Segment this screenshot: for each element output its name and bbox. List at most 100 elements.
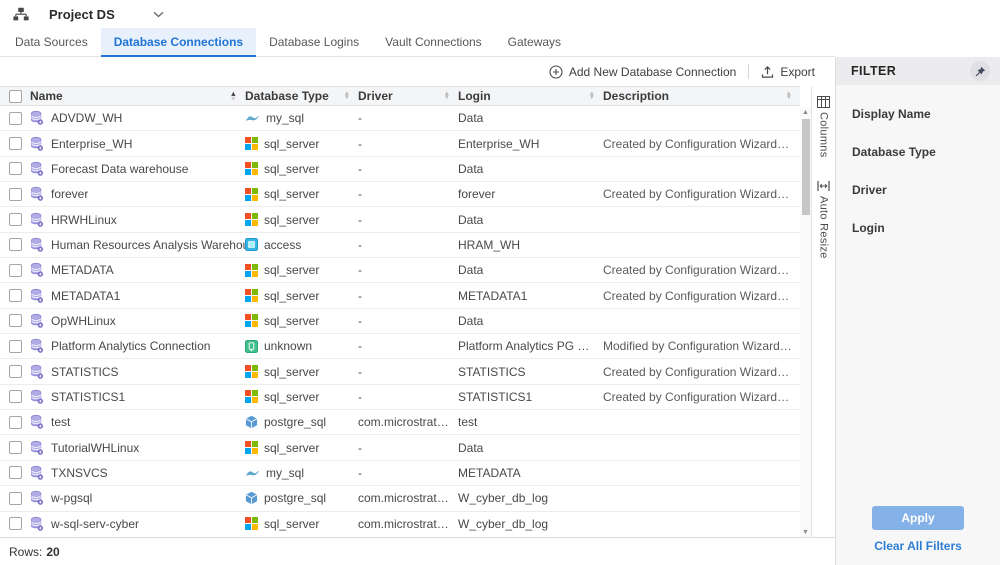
table-row[interactable]: Forecast Data warehousesql_server-Data	[0, 157, 800, 182]
tab-vault-connections[interactable]: Vault Connections	[372, 28, 495, 56]
table-row[interactable]: TutorialWHLinuxsql_server-Data	[0, 435, 800, 460]
column-header-description[interactable]: Description▲▼	[603, 89, 800, 103]
sql-server-icon	[245, 365, 258, 378]
tab-gateways[interactable]: Gateways	[495, 28, 574, 56]
add-new-database-connection-button[interactable]: Add New Database Connection	[543, 65, 742, 79]
tab-database-logins[interactable]: Database Logins	[256, 28, 372, 56]
database-type-cell: sql_server	[245, 137, 358, 151]
login-cell: HRAM_WH	[458, 238, 603, 252]
table-row[interactable]: TXNSVCSmy_sql-METADATA	[0, 461, 800, 486]
scroll-down-icon[interactable]: ▼	[800, 527, 811, 537]
table-row[interactable]: Human Resources Analysis Warehouseaccess…	[0, 233, 800, 258]
scrollbar-thumb[interactable]	[802, 119, 810, 215]
table-row[interactable]: testpostgre_sqlcom.microstrategy...test	[0, 410, 800, 435]
sort-icon[interactable]: ▲▼	[344, 92, 350, 100]
table-footer: Rows: 20	[0, 537, 835, 565]
auto-resize-tool[interactable]: Auto Resize	[812, 180, 835, 259]
columns-tool[interactable]: Columns	[812, 96, 835, 158]
connection-name-cell: TXNSVCS	[30, 465, 245, 481]
sort-icon[interactable]: ▲▼	[786, 92, 792, 100]
export-button[interactable]: Export	[755, 65, 821, 79]
row-checkbox[interactable]	[9, 441, 22, 454]
sort-icon[interactable]: ▲▼	[589, 92, 595, 100]
apply-button[interactable]: Apply	[872, 506, 964, 530]
column-header-database-type[interactable]: Database Type▲▼	[245, 89, 358, 103]
login-cell: test	[458, 415, 603, 429]
database-type-cell: sql_server	[245, 289, 358, 303]
description-cell: Created by Configuration Wizard for Hist…	[603, 263, 800, 277]
database-type: sql_server	[264, 289, 319, 303]
row-checkbox[interactable]	[9, 137, 22, 150]
scroll-up-icon[interactable]: ▲	[800, 107, 811, 117]
pin-filter-panel-button[interactable]	[970, 61, 990, 81]
table-row[interactable]: Enterprise_WHsql_server-Enterprise_WHCre…	[0, 131, 800, 156]
database-type: sql_server	[264, 187, 319, 201]
clear-all-filters-link[interactable]: Clear All Filters	[836, 539, 1000, 553]
login-cell: W_cyber_db_log	[458, 517, 603, 531]
table-row[interactable]: STATISTICSsql_server-STATISTICSCreated b…	[0, 359, 800, 384]
driver-cell: -	[358, 314, 458, 328]
column-header-driver[interactable]: Driver▲▼	[358, 89, 458, 103]
sort-icon[interactable]: ▲▼	[444, 92, 450, 100]
unknown-db-icon	[245, 340, 258, 353]
table-row[interactable]: w-sql-serv-cybersql_servercom.microstrat…	[0, 512, 800, 537]
description-cell: Modified by Configuration Wizard for PA …	[603, 339, 800, 353]
select-all-checkbox[interactable]	[9, 90, 22, 103]
row-checkbox[interactable]	[9, 365, 22, 378]
row-checkbox[interactable]	[9, 188, 22, 201]
row-checkbox[interactable]	[9, 238, 22, 251]
connection-name: test	[51, 415, 70, 429]
filter-field-database-type[interactable]: Database Type	[852, 145, 984, 159]
row-checkbox[interactable]	[9, 314, 22, 327]
sort-ascending-icon[interactable]: ▲▼	[230, 91, 237, 101]
login-cell: Data	[458, 111, 603, 125]
login-cell: W_cyber_db_log	[458, 491, 603, 505]
row-checkbox[interactable]	[9, 162, 22, 175]
chevron-down-icon[interactable]	[153, 11, 164, 18]
table-row[interactable]: w-pgsqlpostgre_sqlcom.microstrategy...W_…	[0, 486, 800, 511]
row-checkbox[interactable]	[9, 416, 22, 429]
connection-name-cell: METADATA1	[30, 288, 245, 304]
row-checkbox[interactable]	[9, 289, 22, 302]
connection-name: HRWHLinux	[51, 213, 117, 227]
database-connection-icon	[30, 313, 44, 329]
column-header-name[interactable]: Name▲▼	[30, 89, 245, 103]
table-vertical-scrollbar[interactable]: ▲ ▼	[800, 107, 811, 537]
tab-data-sources[interactable]: Data Sources	[2, 28, 101, 56]
database-connection-icon	[30, 389, 44, 405]
table-row[interactable]: METADATAsql_server-DataCreated by Config…	[0, 258, 800, 283]
filter-field-driver[interactable]: Driver	[852, 183, 984, 197]
tab-database-connections[interactable]: Database Connections	[101, 28, 256, 56]
column-header-login[interactable]: Login▲▼	[458, 89, 603, 103]
table-row[interactable]: foreversql_server-foreverCreated by Conf…	[0, 182, 800, 207]
row-checkbox[interactable]	[9, 390, 22, 403]
row-checkbox[interactable]	[9, 264, 22, 277]
row-checkbox[interactable]	[9, 466, 22, 479]
connection-name: Platform Analytics Connection	[51, 339, 210, 353]
row-checkbox[interactable]	[9, 492, 22, 505]
table-row[interactable]: ADVDW_WHmy_sql-Data	[0, 106, 800, 131]
project-selector-label[interactable]: Project DS	[49, 7, 115, 22]
filter-field-login[interactable]: Login	[852, 221, 984, 235]
connection-name: w-sql-serv-cyber	[51, 517, 139, 531]
database-connection-icon	[30, 364, 44, 380]
table-side-tools: Columns Auto Resize	[811, 86, 835, 537]
tab-bar: Data SourcesDatabase ConnectionsDatabase…	[0, 28, 835, 57]
pushpin-icon	[975, 66, 986, 77]
database-type: sql_server	[264, 517, 319, 531]
row-checkbox[interactable]	[9, 112, 22, 125]
driver-cell: -	[358, 441, 458, 455]
connection-name: TXNSVCS	[51, 466, 108, 480]
table-row[interactable]: HRWHLinuxsql_server-Data	[0, 207, 800, 232]
filter-field-display-name[interactable]: Display Name	[852, 107, 984, 121]
table-row[interactable]: Platform Analytics Connectionunknown-Pla…	[0, 334, 800, 359]
table-row[interactable]: OpWHLinuxsql_server-Data	[0, 309, 800, 334]
row-checkbox[interactable]	[9, 517, 22, 530]
filter-title: FILTER	[851, 64, 896, 78]
row-checkbox[interactable]	[9, 340, 22, 353]
row-checkbox[interactable]	[9, 213, 22, 226]
database-connection-icon	[30, 465, 44, 481]
table-row[interactable]: METADATA1sql_server-METADATA1Created by …	[0, 283, 800, 308]
table-toolbar: Add New Database Connection Export	[0, 57, 835, 86]
table-row[interactable]: STATISTICS1sql_server-STATISTICS1Created…	[0, 385, 800, 410]
